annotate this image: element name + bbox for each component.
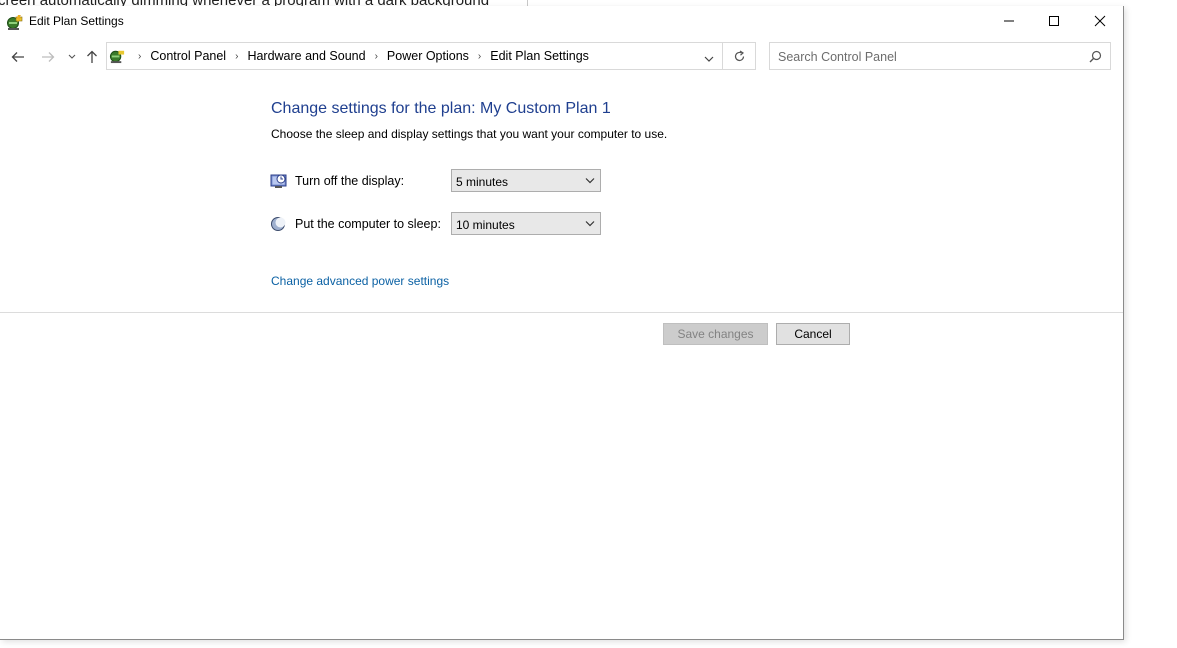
title-bar[interactable]: Edit Plan Settings: [0, 6, 1123, 36]
recent-locations-button[interactable]: [62, 47, 82, 67]
breadcrumb: › Control Panel › Hardware and Sound › P…: [129, 43, 589, 69]
breadcrumb-control-panel[interactable]: Control Panel: [150, 49, 226, 63]
page-subtitle: Choose the sleep and display settings th…: [271, 127, 668, 141]
address-history-dropdown[interactable]: [704, 52, 714, 66]
sleep-moon-icon: [270, 216, 288, 232]
display-timeout-label: Turn off the display:: [295, 174, 405, 188]
breadcrumb-separator-icon[interactable]: ›: [478, 51, 481, 62]
advanced-power-settings-link[interactable]: Change advanced power settings: [271, 274, 449, 288]
search-placeholder: Search Control Panel: [778, 50, 897, 64]
maximize-button[interactable]: [1031, 6, 1077, 36]
minimize-button[interactable]: [986, 6, 1032, 36]
sleep-timeout-value: 10 minutes: [456, 218, 515, 232]
navigation-bar: › Control Panel › Hardware and Sound › P…: [0, 42, 1123, 72]
footer-divider: [0, 312, 1123, 313]
maximize-icon: [1049, 16, 1059, 26]
search-input[interactable]: Search Control Panel: [769, 42, 1111, 70]
close-button[interactable]: [1077, 6, 1123, 36]
window-title: Edit Plan Settings: [29, 14, 124, 28]
close-icon: [1094, 15, 1106, 27]
display-timeout-select[interactable]: 5 minutes: [451, 169, 601, 192]
breadcrumb-edit-plan-settings[interactable]: Edit Plan Settings: [490, 49, 589, 63]
chevron-down-icon: [704, 56, 714, 62]
forward-button[interactable]: [38, 47, 58, 67]
control-panel-icon: [109, 47, 126, 64]
power-options-app-icon: [6, 13, 24, 31]
chevron-down-icon: [585, 221, 595, 227]
cancel-button[interactable]: Cancel: [776, 323, 850, 345]
breadcrumb-separator-icon[interactable]: ›: [235, 51, 238, 62]
minimize-icon: [1004, 20, 1014, 22]
breadcrumb-separator-icon[interactable]: ›: [375, 51, 378, 62]
up-button[interactable]: [82, 47, 102, 67]
breadcrumb-hardware-and-sound[interactable]: Hardware and Sound: [247, 49, 365, 63]
display-icon: [270, 173, 288, 189]
up-arrow-icon: [87, 50, 97, 63]
edit-plan-settings-window: Edit Plan Settings › Control Panel › Har…: [0, 6, 1124, 640]
search-icon[interactable]: [1089, 50, 1102, 66]
display-timeout-value: 5 minutes: [456, 175, 509, 189]
chevron-down-icon: [585, 178, 595, 184]
sleep-timeout-label: Put the computer to sleep:: [295, 217, 441, 231]
sleep-timeout-select[interactable]: 10 minutes: [451, 212, 601, 235]
refresh-icon: [734, 50, 744, 61]
back-arrow-icon: [11, 52, 24, 62]
forward-arrow-icon: [42, 52, 55, 62]
save-changes-button[interactable]: Save changes: [663, 323, 768, 345]
refresh-button[interactable]: [723, 42, 756, 70]
breadcrumb-power-options[interactable]: Power Options: [387, 49, 469, 63]
page-title: Change settings for the plan: My Custom …: [271, 100, 611, 117]
chevron-down-icon: [68, 54, 76, 59]
back-button[interactable]: [8, 47, 28, 67]
address-bar[interactable]: › Control Panel › Hardware and Sound › P…: [106, 42, 723, 70]
breadcrumb-separator-icon[interactable]: ›: [138, 51, 141, 62]
